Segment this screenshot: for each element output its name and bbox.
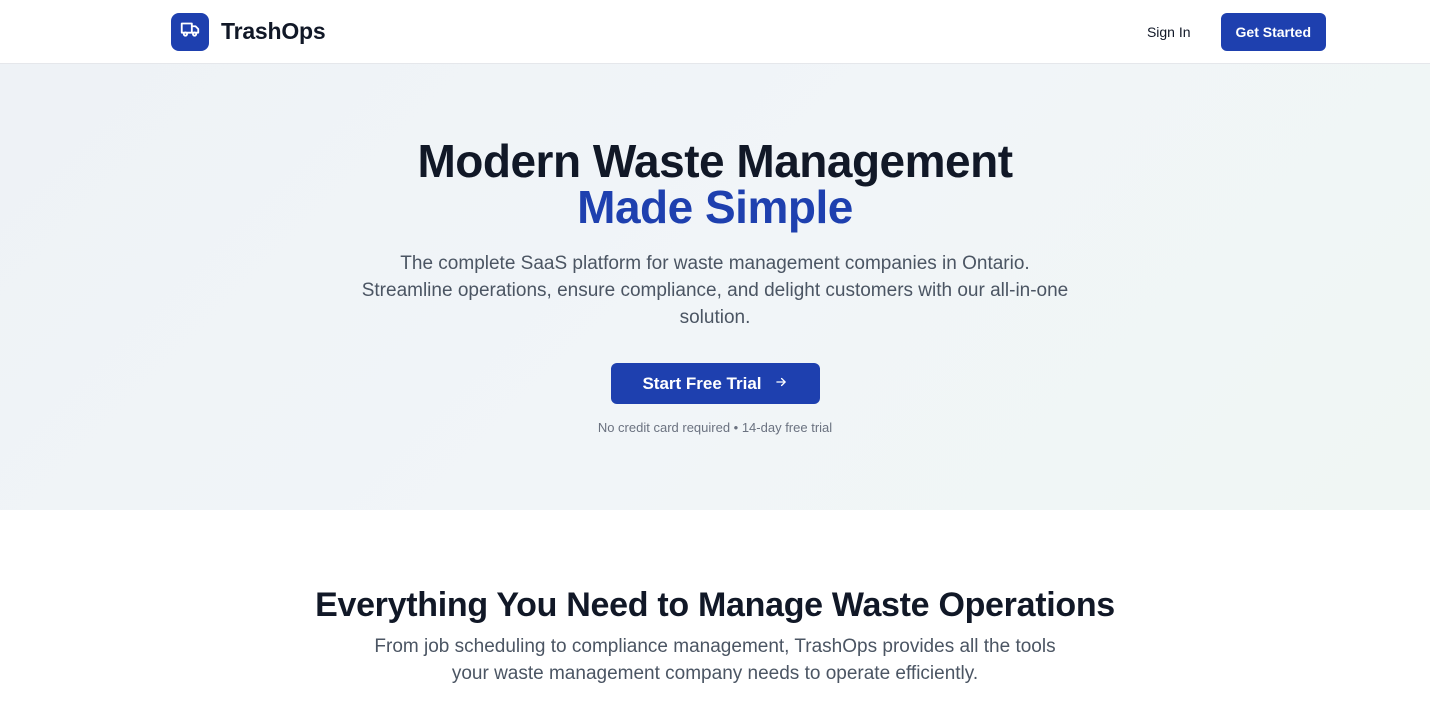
hero-title-line1: Modern Waste Management [417,135,1013,187]
start-free-trial-button[interactable]: Start Free Trial [610,363,820,404]
cta-label: Start Free Trial [642,373,762,393]
cta-note: No credit card required • 14-day free tr… [597,420,833,435]
truck-icon [179,18,201,45]
arrow-right-icon [774,374,788,394]
features-title: Everything You Need to Manage Waste Oper… [315,586,1115,624]
features-section: Everything You Need to Manage Waste Oper… [0,510,1430,687]
brand-logo [171,12,209,51]
hero-section: Modern Waste Management Made Simple The … [0,64,1430,510]
hero-title-line2: Made Simple [577,181,853,233]
nav-actions: Sign In Get Started [1147,12,1326,51]
hero-title: Modern Waste Management Made Simple [0,138,1430,230]
top-navbar: TrashOps Sign In Get Started [0,0,1430,64]
sign-in-link[interactable]: Sign In [1147,24,1191,40]
hero-subtitle: The complete SaaS platform for waste man… [361,253,1069,328]
get-started-button[interactable]: Get Started [1220,12,1326,51]
brand-name: TrashOps [221,18,326,44]
features-subtitle: From job scheduling to compliance manage… [374,636,1056,684]
brand[interactable]: TrashOps [171,12,326,51]
